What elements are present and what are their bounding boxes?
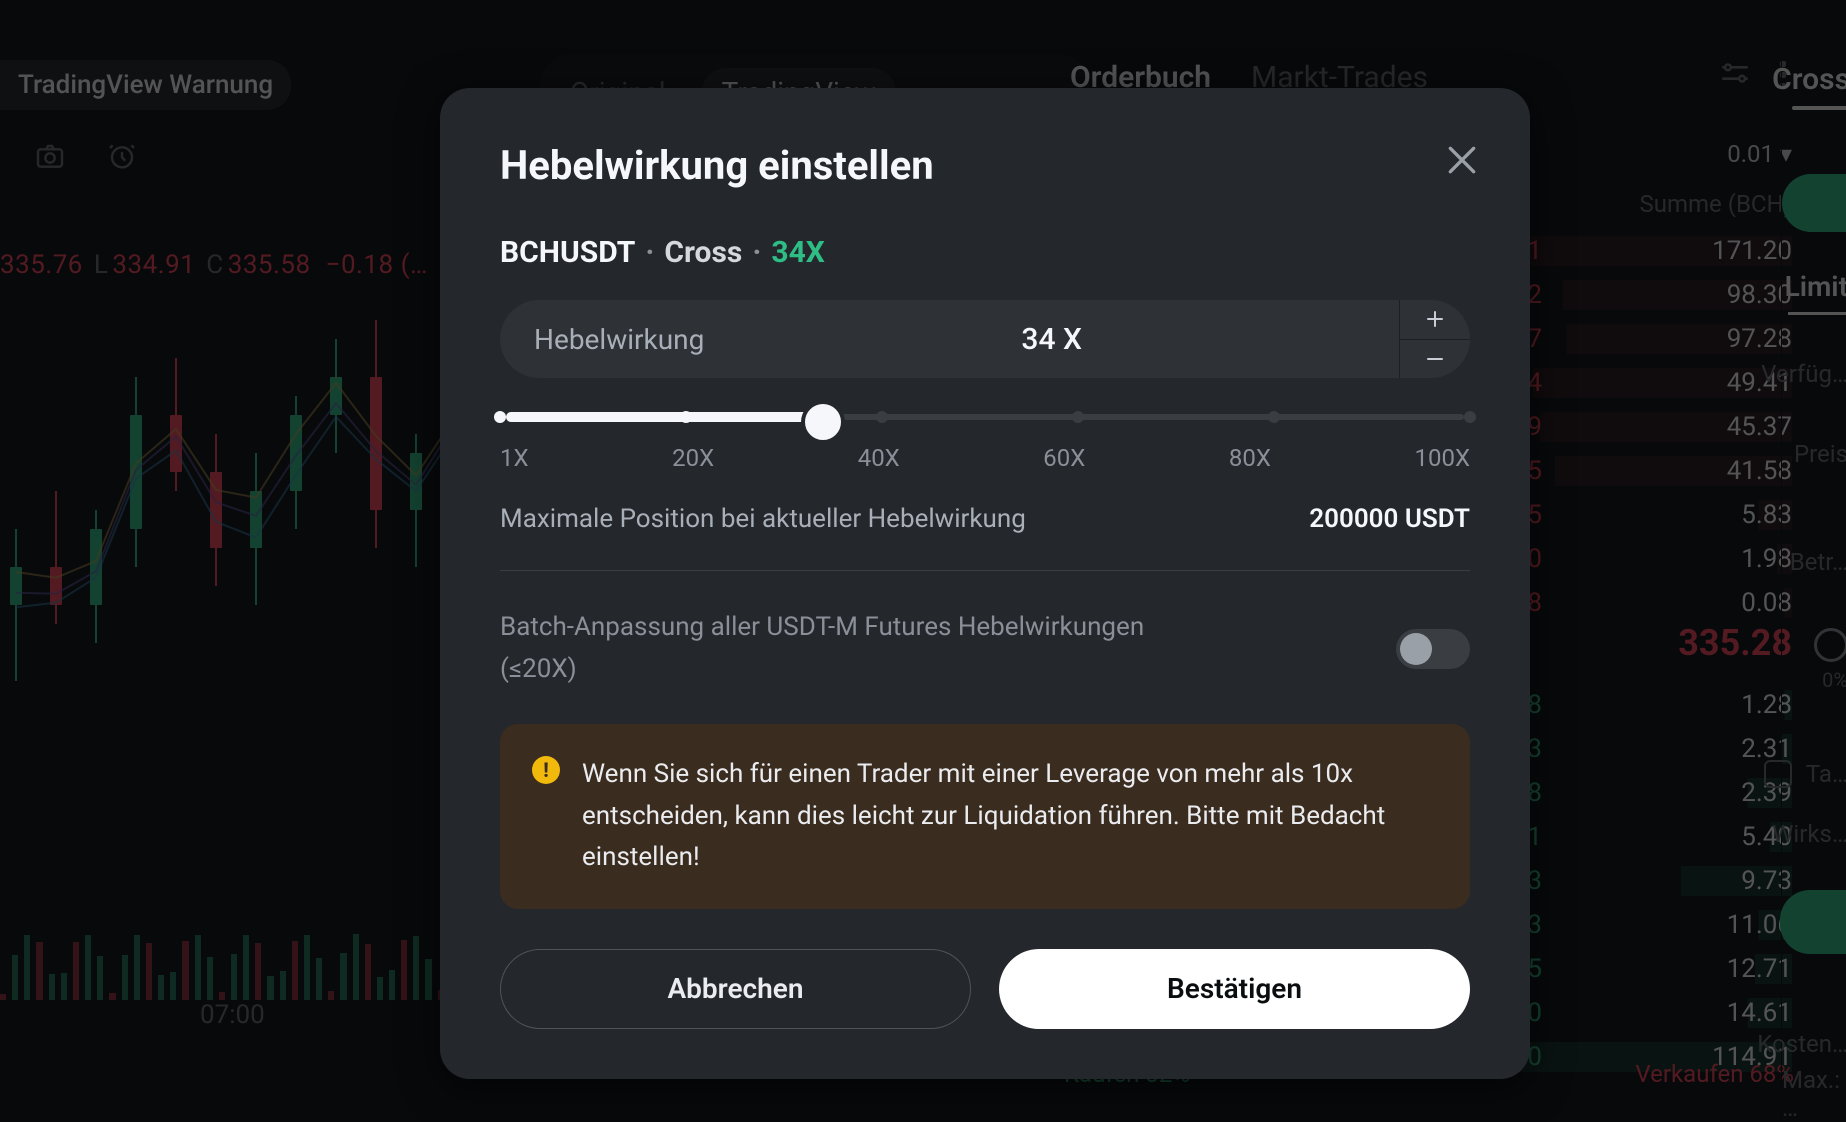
divider — [500, 570, 1470, 571]
slider-thumb[interactable] — [805, 404, 841, 440]
slider-tick-label: 1X — [500, 444, 529, 472]
slider-tick-label: 80X — [1229, 444, 1271, 472]
modal-title: Hebelwirkung einstellen — [500, 142, 1470, 189]
stepper-value[interactable]: 34 X — [704, 322, 1399, 357]
cancel-button[interactable]: Abbrechen — [500, 949, 971, 1029]
slider-tick-label: 40X — [858, 444, 900, 472]
pair-symbol: BCHUSDT — [500, 235, 635, 270]
close-icon[interactable] — [1442, 140, 1482, 180]
slider-tick-label: 100X — [1414, 444, 1470, 472]
leverage-slider[interactable]: 1X 20X 40X 60X 80X 100X — [500, 408, 1470, 472]
slider-tick-label: 20X — [672, 444, 714, 472]
current-leverage: 34X — [771, 235, 824, 270]
slider-tick-label: 60X — [1043, 444, 1085, 472]
max-position-value: 200000 USDT — [1309, 504, 1470, 534]
stepper-label: Hebelwirkung — [500, 323, 704, 356]
batch-adjust-toggle[interactable] — [1396, 629, 1470, 669]
decrement-button[interactable] — [1400, 340, 1470, 379]
warning-icon: ! — [532, 756, 560, 784]
max-position-label: Maximale Position bei aktueller Hebelwir… — [500, 504, 1026, 534]
warning-text: Wenn Sie sich für einen Trader mit einer… — [582, 754, 1438, 879]
margin-mode-label: Cross — [664, 235, 742, 270]
increment-button[interactable] — [1400, 300, 1470, 340]
confirm-button[interactable]: Bestätigen — [999, 949, 1470, 1029]
warning-banner: ! Wenn Sie sich für einen Trader mit ein… — [500, 724, 1470, 909]
leverage-stepper[interactable]: Hebelwirkung 34 X — [500, 300, 1470, 378]
batch-adjust-label: Batch-Anpassung aller USDT-M Futures Heb… — [500, 607, 1220, 690]
leverage-modal: Hebelwirkung einstellen BCHUSDT · Cross … — [440, 88, 1530, 1079]
